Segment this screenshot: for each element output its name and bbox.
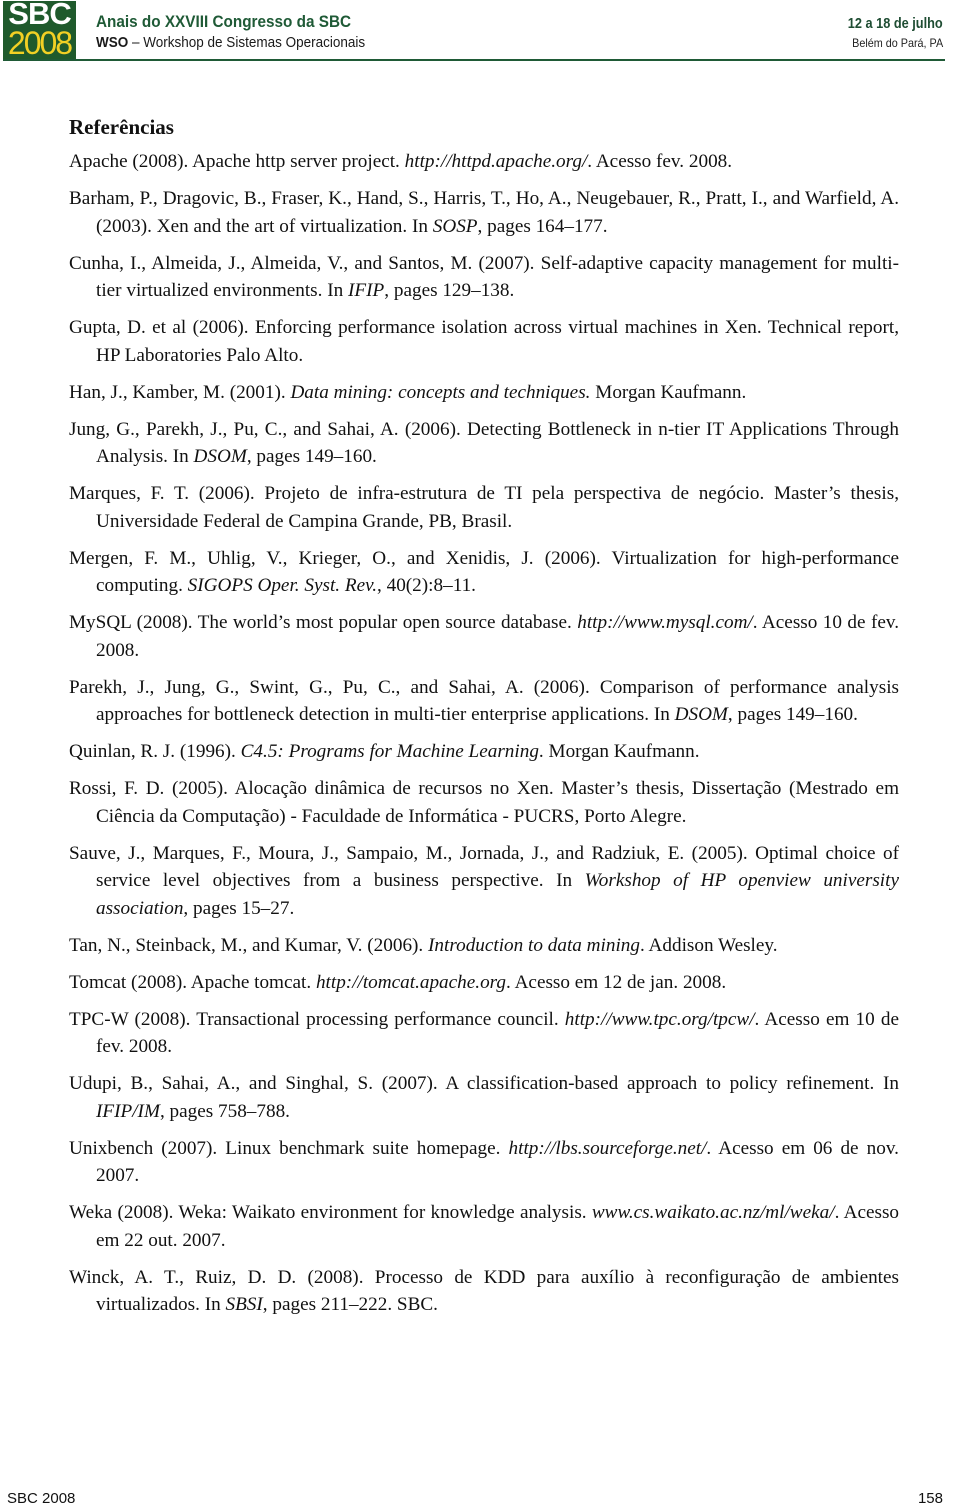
reference-text: . Morgan Kaufmann. bbox=[538, 741, 700, 762]
reference-text: MySQL (2008). The world’s most popular o… bbox=[69, 612, 578, 633]
reference-entry: TPC-W (2008). Transactional processing p… bbox=[69, 1006, 899, 1061]
reference-text: . Addison Wesley. bbox=[639, 934, 778, 956]
reference-entry: Parekh, J., Jung, G., Swint, G., Pu, C.,… bbox=[69, 674, 899, 729]
reference-text: , pages 129–138. bbox=[384, 280, 515, 301]
reference-entry: Apache (2008). Apache http server projec… bbox=[69, 148, 899, 176]
reference-italic-text: IFIP bbox=[348, 280, 385, 301]
reference-italic-text: Introduction to data mining bbox=[428, 934, 640, 956]
reference-list: Apache (2008). Apache http server projec… bbox=[69, 148, 899, 1319]
reference-text: Marques, F. T. (2006). Projeto de infra-… bbox=[69, 483, 899, 532]
logo-line-2: 2008 bbox=[7, 25, 73, 61]
reference-text: . Acesso em 12 de jan. 2008. bbox=[506, 971, 727, 993]
reference-text: , 40(2):8–11. bbox=[377, 575, 476, 596]
reference-entry: Weka (2008). Weka: Waikato environment f… bbox=[69, 1199, 899, 1254]
reference-entry: Mergen, F. M., Uhlig, V., Krieger, O., a… bbox=[69, 545, 899, 600]
reference-italic-text: DSOM bbox=[674, 704, 728, 725]
reference-entry: Jung, G., Parekh, J., Pu, C., and Sahai,… bbox=[69, 416, 899, 471]
section-title: Referências bbox=[69, 115, 174, 139]
references-section: Referências Apache (2008). Apache http s… bbox=[69, 110, 899, 1328]
reference-entry: Marques, F. T. (2006). Projeto de infra-… bbox=[69, 480, 899, 535]
reference-entry: Udupi, B., Sahai, A., and Singhal, S. (2… bbox=[69, 1070, 899, 1125]
reference-entry: Sauve, J., Marques, F., Moura, J., Sampa… bbox=[69, 840, 899, 923]
reference-entry: Tomcat (2008). Apache tomcat. http://tom… bbox=[69, 969, 899, 997]
reference-italic-text: C4.5: Programs for Machine Learning bbox=[240, 741, 539, 762]
reference-text: , pages 149–160. bbox=[246, 446, 377, 467]
reference-entry: Barham, P., Dragovic, B., Fraser, K., Ha… bbox=[69, 185, 899, 240]
reference-text: Weka (2008). Weka: Waikato environment f… bbox=[69, 1202, 592, 1223]
reference-text: Winck, A. T., Ruiz, D. D. (2008). Proces… bbox=[69, 1266, 899, 1316]
reference-text: , pages 149–160. bbox=[727, 704, 858, 725]
reference-text: Apache (2008). Apache http server projec… bbox=[69, 151, 405, 172]
reference-entry: Rossi, F. D. (2005). Alocação dinâmica d… bbox=[69, 775, 899, 830]
reference-italic-text: http://www.mysql.com/ bbox=[577, 612, 753, 633]
workshop-subtitle: WSO – Workshop de Sistemas Operacionais bbox=[96, 34, 365, 51]
reference-text: TPC-W (2008). Transactional processing p… bbox=[69, 1008, 565, 1030]
event-location: Belém do Pará, PA bbox=[851, 36, 943, 50]
reference-italic-text: IFIP/IM bbox=[96, 1100, 160, 1122]
reference-text: Rossi, F. D. (2005). Alocação dinâmica d… bbox=[69, 778, 899, 827]
reference-italic-text: SIGOPS Oper. Syst. Rev. bbox=[187, 575, 378, 596]
reference-text: Unixbench (2007). Linux benchmark suite … bbox=[69, 1137, 509, 1159]
reference-text: Morgan Kaufmann. bbox=[590, 381, 747, 403]
reference-text: Tomcat (2008). Apache tomcat. bbox=[69, 971, 316, 993]
reference-text: , pages 15–27. bbox=[183, 897, 295, 919]
workshop-name: – Workshop de Sistemas Operacionais bbox=[128, 34, 366, 51]
reference-text: Han, J., Kamber, M. (2001). bbox=[69, 381, 291, 403]
reference-italic-text: DSOM bbox=[193, 446, 247, 467]
page-header: SBC 2008 Anais do XXVIII Congresso da SB… bbox=[0, 0, 960, 62]
reference-entry: MySQL (2008). The world’s most popular o… bbox=[69, 609, 899, 664]
reference-entry: Unixbench (2007). Linux benchmark suite … bbox=[69, 1135, 899, 1190]
reference-italic-text: http://httpd.apache.org/ bbox=[404, 151, 588, 172]
footer-conference: SBC 2008 bbox=[7, 1490, 76, 1507]
reference-text: . Acesso fev. 2008. bbox=[587, 151, 733, 172]
reference-text: Gupta, D. et al (2006). Enforcing perfor… bbox=[69, 317, 899, 366]
reference-italic-text: SBSI bbox=[225, 1294, 263, 1315]
reference-entry: Tan, N., Steinback, M., and Kumar, V. (2… bbox=[69, 932, 899, 960]
reference-text: , pages 758–788. bbox=[159, 1100, 290, 1122]
proceedings-title: Anais do XXVIII Congresso da SBC bbox=[96, 12, 352, 31]
reference-entry: Winck, A. T., Ruiz, D. D. (2008). Proces… bbox=[69, 1264, 899, 1319]
reference-italic-text: Data mining: concepts and techniques. bbox=[290, 381, 591, 403]
reference-text: Udupi, B., Sahai, A., and Singhal, S. (2… bbox=[69, 1073, 899, 1094]
reference-text: , pages 164–177. bbox=[477, 215, 608, 237]
reference-italic-text: http://tomcat.apache.org bbox=[315, 971, 507, 993]
reference-italic-text: http://www.tpc.org/tpcw/ bbox=[564, 1008, 755, 1030]
reference-text: Tan, N., Steinback, M., and Kumar, V. (2… bbox=[69, 934, 429, 956]
sbc-2008-logo: SBC 2008 bbox=[3, 0, 76, 61]
workshop-acronym: WSO bbox=[96, 34, 129, 51]
reference-text: Quinlan, R. J. (1996). bbox=[69, 741, 241, 762]
reference-text: , pages 211–222. SBC. bbox=[262, 1294, 438, 1315]
reference-entry: Quinlan, R. J. (1996). C4.5: Programs fo… bbox=[69, 738, 899, 766]
page-number: 158 bbox=[917, 1490, 943, 1507]
reference-entry: Gupta, D. et al (2006). Enforcing perfor… bbox=[69, 314, 899, 369]
event-dates: 12 a 18 de julho bbox=[848, 15, 943, 32]
reference-italic-text: SOSP bbox=[432, 215, 478, 237]
header-divider bbox=[3, 59, 945, 61]
reference-italic-text: www.cs.waikato.ac.nz/ml/weka/ bbox=[591, 1202, 835, 1223]
reference-entry: Han, J., Kamber, M. (2001). Data mining:… bbox=[69, 379, 899, 407]
reference-entry: Cunha, I., Almeida, J., Almeida, V., and… bbox=[69, 250, 899, 305]
reference-italic-text: http://lbs.sourceforge.net/ bbox=[508, 1137, 707, 1159]
